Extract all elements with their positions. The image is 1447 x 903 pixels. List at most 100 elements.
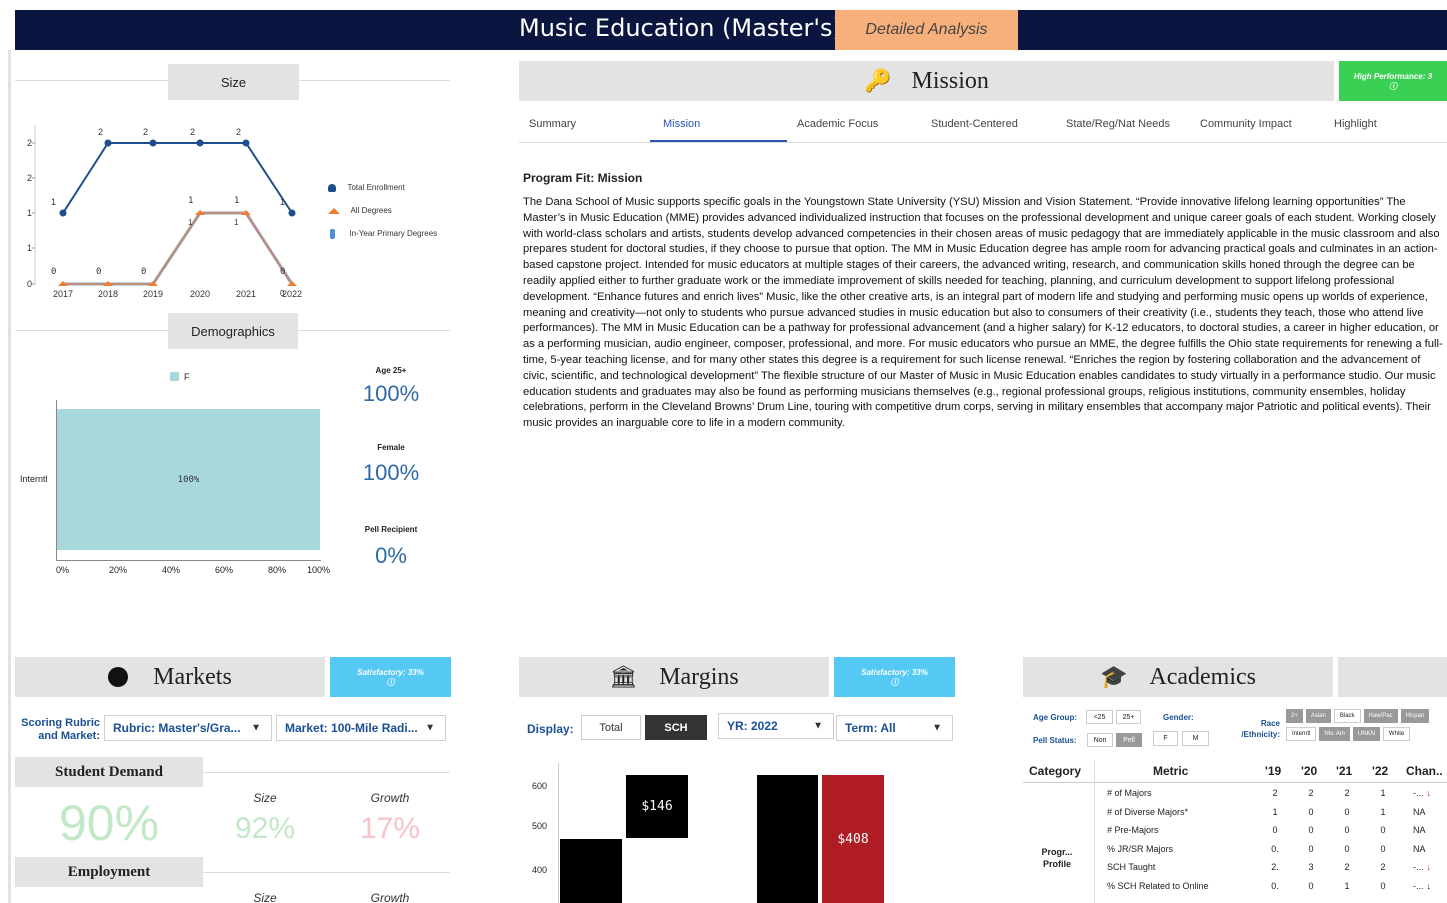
mission-performance-badge[interactable]: High Performance: 3 ⓘ [1339, 61, 1447, 101]
info-icon[interactable]: ⓘ [387, 678, 395, 687]
table-row: # of Diverse Majors* 1 0 0 1 NA [1023, 807, 1447, 824]
tab-student-centered[interactable]: Student-Centered [931, 118, 1018, 130]
mission-heading: Program Fit: Mission [523, 171, 643, 185]
race-option[interactable]: Black [1333, 709, 1361, 723]
data-label: 2 [98, 127, 103, 137]
graduation-cap-icon [328, 207, 340, 214]
demographics-x-tick: 20% [109, 565, 128, 575]
margins-ytick-500: 500 [532, 821, 548, 831]
markets-badge[interactable]: Satisfactory: 33% ⓘ [330, 657, 451, 697]
student-demand-title: Student Demand [15, 757, 203, 787]
demand-growth-label: Growth [370, 791, 410, 805]
race-option[interactable]: 2+ [1286, 709, 1303, 723]
info-icon[interactable]: ⓘ [1389, 82, 1397, 91]
margins-badge[interactable]: Satisfactory: 33% ⓘ [834, 657, 955, 697]
age-under-25[interactable]: <25 [1086, 710, 1113, 724]
demographics-x-tick: 60% [215, 565, 234, 575]
col-metric: Metric [1153, 764, 1189, 778]
gender-m[interactable]: M [1182, 731, 1209, 746]
value-cell: 2 [1344, 788, 1350, 798]
person-walking-icon [330, 228, 335, 239]
tab-highlight[interactable]: Highlight [1334, 118, 1377, 130]
race-option[interactable]: Interntl [1286, 727, 1317, 741]
pell-status-label: Pell Status: [1033, 736, 1077, 745]
data-label: 1 [280, 197, 285, 207]
value-cell: 0 [1380, 843, 1386, 854]
size-chart: 2 2 1 1 0 2017 2018 2019 2020 2021 2022 1 2 2 2 2 1 0 0 0… [27, 125, 302, 299]
value-cell: 0 [1344, 843, 1350, 854]
value-cell: 0 [1308, 843, 1314, 854]
margin-bar-label: $146 [626, 775, 688, 838]
tab-state-reg-nat-needs[interactable]: State/Reg/Nat Needs [1066, 118, 1170, 130]
rubric-select[interactable]: Rubric: Master's/Gra... ▼ [104, 715, 272, 741]
table-row: SCH Taught 2. 3 2 2 -... ↓ [1023, 862, 1447, 879]
legend-in-year-primary-degrees: In-Year Primary Degrees [330, 225, 437, 243]
demand-size-label: Size [253, 791, 277, 805]
age-25-plus[interactable]: 25+ [1116, 710, 1141, 724]
employment-size-label: Size [253, 891, 277, 903]
metric-cell: % SCH Related to Online [1107, 880, 1209, 891]
tab-community-impact[interactable]: Community Impact [1200, 118, 1292, 130]
margin-bar [757, 775, 818, 903]
term-select[interactable]: Term: All ▼ [836, 715, 953, 741]
info-icon[interactable]: ⓘ [891, 678, 899, 687]
value-cell: 0 [1380, 825, 1386, 835]
page-title: Music Education (Master's) [519, 14, 842, 42]
year-select[interactable]: YR: 2022 ▼ [718, 713, 834, 739]
legend-label-f: F [184, 372, 190, 382]
caret-down-icon: ▼ [813, 720, 823, 732]
employment-growth-label: Growth [370, 891, 410, 903]
value-cell: 2 [1272, 788, 1278, 798]
data-label: 1 [188, 196, 193, 206]
x-tick-label: 2017 [53, 289, 73, 299]
race-option[interactable]: Hispan [1400, 709, 1430, 723]
y-tick-label: 2 [27, 138, 32, 148]
detailed-analysis-button[interactable]: Detailed Analysis [835, 10, 1018, 50]
stat-pell-label: Pell Recipient [364, 525, 418, 534]
toggle-total[interactable]: Total [581, 715, 641, 740]
margins-header: 🏛 Margins [519, 657, 829, 697]
race-option[interactable]: Ntv. Am [1319, 727, 1350, 741]
age-group-label: Age Group: [1033, 713, 1077, 722]
value-cell: 2. [1271, 862, 1279, 872]
x-tick-label: 2019 [143, 289, 163, 299]
demand-growth-value: 17% [359, 812, 421, 845]
stat-female-value: 100% [362, 460, 420, 485]
race-option[interactable]: White [1382, 727, 1411, 741]
display-label: Display: [527, 722, 574, 736]
y-tick-label: 1 [27, 208, 32, 218]
race-option[interactable]: UNKN [1352, 727, 1380, 741]
value-cell: 2 [1308, 788, 1314, 798]
race-option[interactable]: Asian [1305, 709, 1331, 723]
toggle-sch[interactable]: SCH [645, 715, 707, 740]
point-total-enrollment [59, 209, 67, 217]
change-cell: -... ↓ [1413, 862, 1431, 872]
gender-label: Gender: [1163, 713, 1194, 722]
tab-summary[interactable]: Summary [529, 118, 576, 130]
size-title: Size [168, 64, 299, 100]
value-cell: 1 [1380, 788, 1386, 798]
demographics-x-tick: 80% [268, 565, 287, 575]
race-option[interactable]: Haw/Pac [1363, 709, 1398, 723]
y-tick-label: 2 [27, 173, 32, 183]
tab-academic-focus[interactable]: Academic Focus [797, 118, 878, 130]
y-tick-label: 0 [27, 279, 32, 289]
academics-badge[interactable] [1338, 657, 1447, 697]
pell-non[interactable]: Non [1087, 733, 1113, 747]
gender-f[interactable]: F [1153, 731, 1178, 746]
bank-icon: 🏛 [609, 664, 638, 689]
point-total-enrollment [104, 139, 112, 147]
demographics-bar: 100% [57, 409, 320, 550]
col-2020: '20 [1301, 764, 1318, 778]
tab-mission[interactable]: Mission [663, 118, 700, 130]
pell-pell[interactable]: Pell [1116, 733, 1142, 747]
markets-header: Markets [15, 657, 325, 697]
globe-icon [108, 667, 129, 687]
data-label: 2 [143, 127, 148, 137]
table-row: % SCH Related to Online 0. 0 1 0 -... ↓ [1023, 881, 1447, 898]
data-label: 1 [234, 196, 239, 206]
down-arrow-icon: ↓ [1426, 788, 1432, 798]
data-label: 2 [190, 127, 195, 137]
y-tick-label: 1 [27, 243, 32, 253]
market-select[interactable]: Market: 100-Mile Radi... ▼ [276, 715, 446, 741]
